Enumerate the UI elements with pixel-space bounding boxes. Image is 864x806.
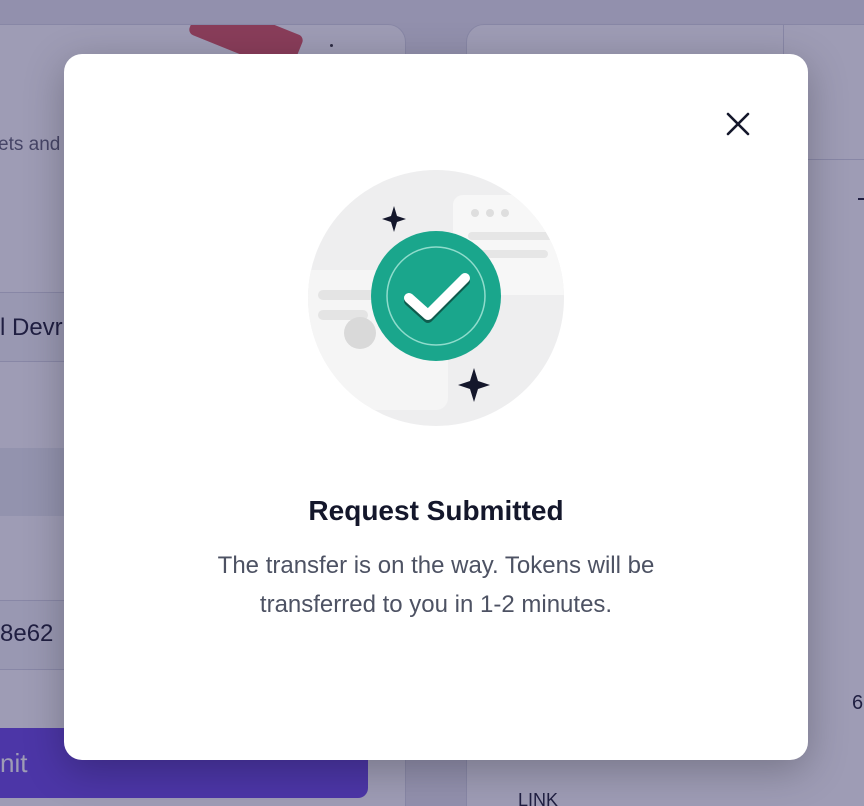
success-illustration	[308, 170, 564, 426]
close-button[interactable]	[724, 110, 752, 138]
modal-message: The transfer is on the way. Tokens will …	[217, 552, 655, 618]
request-submitted-modal: Request Submitted The transfer is on the…	[64, 54, 808, 760]
modal-title: Request Submitted	[308, 495, 564, 526]
close-icon	[726, 112, 750, 136]
check-circle-icon	[371, 231, 501, 361]
